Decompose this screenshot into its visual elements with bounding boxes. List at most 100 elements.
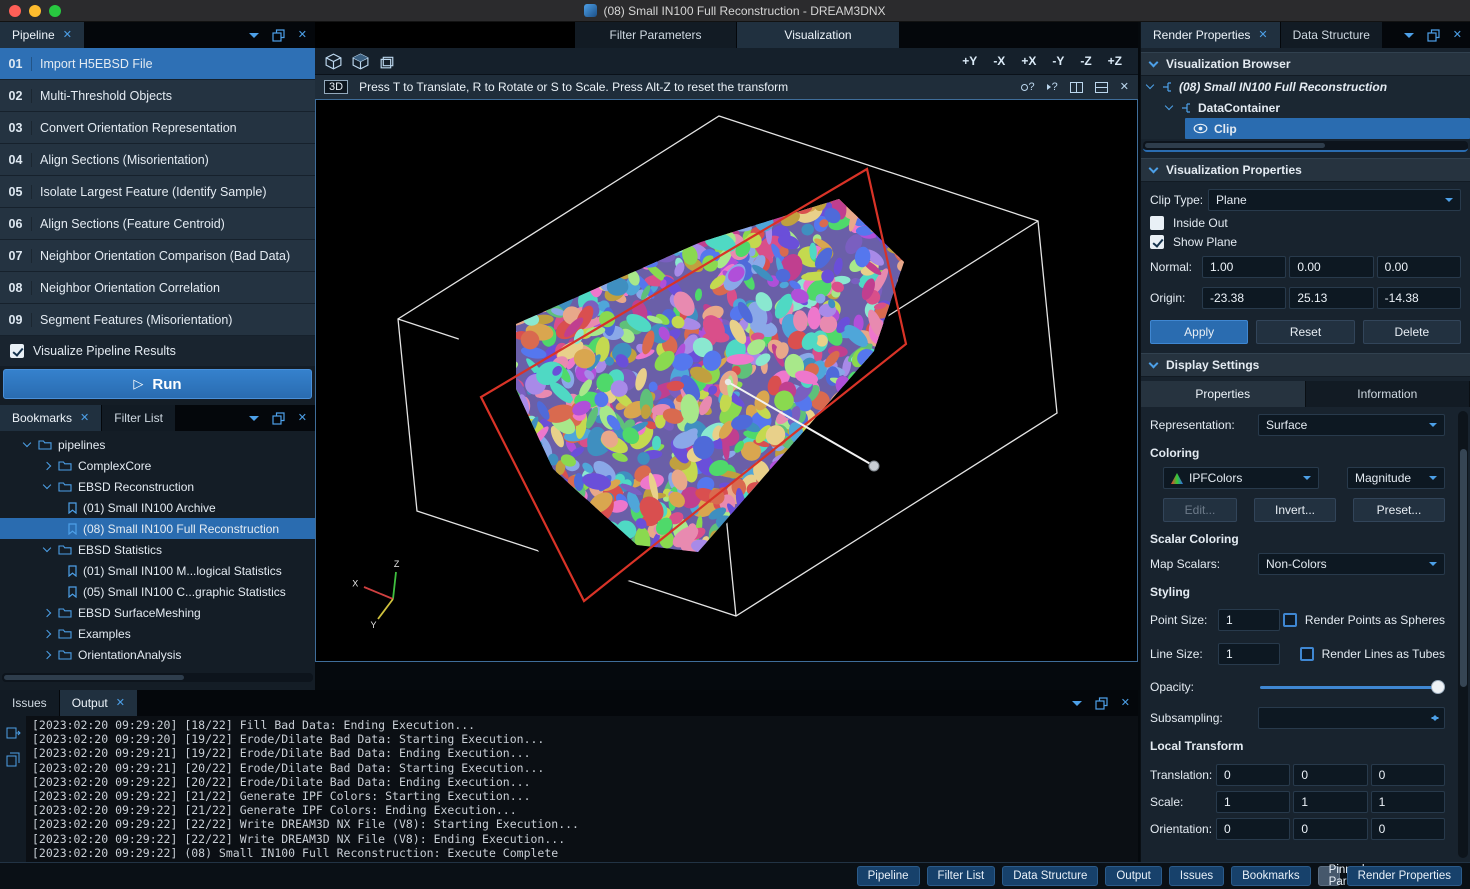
run-button[interactable]: ▷ Run [3,369,312,399]
pipeline-step[interactable]: 02Multi-Threshold Objects [0,80,315,112]
translation-z-field[interactable]: 0 [1371,764,1445,786]
clip-type-dropdown[interactable]: Plane [1208,189,1461,211]
statusbar-toggle-pinned-parameters[interactable]: Pinned Parameters [1318,866,1340,886]
visualization-browser-header[interactable]: Visualization Browser [1141,52,1470,76]
tab-display-properties[interactable]: Properties [1141,381,1306,407]
visualize-results-checkbox[interactable] [10,344,24,358]
normal-z-field[interactable]: 0.00 [1377,256,1461,278]
edit-colormap-button[interactable]: Edit... [1163,498,1237,522]
chevron-right-icon[interactable] [43,650,51,658]
close-panel-icon[interactable]: ✕ [298,413,307,424]
close-window-button[interactable] [9,5,21,17]
statusbar-toggle-output[interactable]: Output [1105,866,1162,886]
display-settings-scrollbar[interactable] [1458,411,1468,858]
origin-z-field[interactable]: -14.38 [1377,287,1461,309]
inside-out-checkbox[interactable] [1150,216,1164,230]
orientation-z-field[interactable]: 0 [1371,818,1445,840]
main-viewport[interactable]: ZXY [315,100,1138,662]
render-points-as-spheres-checkbox[interactable] [1283,613,1297,627]
statusbar-toggle-pipeline[interactable]: Pipeline [857,866,920,886]
chevron-down-icon[interactable] [1149,358,1159,368]
normal-y-field[interactable]: 0.00 [1289,256,1373,278]
camera-axis-button[interactable]: -Z [1073,52,1098,70]
pipeline-step[interactable]: 04Align Sections (Misorientation) [0,144,315,176]
visibility-eye-icon[interactable] [1193,123,1208,134]
bookmark-tree-item[interactable]: EBSD SurfaceMeshing [0,602,315,623]
bookmark-tree-item[interactable]: (01) Small IN100 Archive [0,497,315,518]
chevron-right-icon[interactable] [43,608,51,616]
close-panel-icon[interactable]: ✕ [298,30,307,41]
point-size-field[interactable]: 1 [1218,609,1280,631]
bookmark-tree-item[interactable]: (05) Small IN100 C...graphic Statistics [0,581,315,602]
undock-panel-icon[interactable] [1095,697,1108,710]
undock-panel-icon[interactable] [1427,29,1440,42]
statusbar-toggle-filter-list[interactable]: Filter List [927,866,996,886]
scale-z-field[interactable]: 1 [1371,791,1445,813]
delete-button[interactable]: Delete [1363,320,1461,344]
close-tab-icon[interactable]: ✕ [80,413,89,424]
tab-filter-list[interactable]: Filter List [102,405,176,431]
bookmark-tree-item[interactable]: pipelines [0,434,315,455]
tab-output[interactable]: Output ✕ [60,690,138,716]
pipeline-step[interactable]: 07Neighbor Orientation Comparison (Bad D… [0,240,315,272]
close-panel-icon[interactable]: ✕ [1121,698,1130,709]
statusbar-toggle-bookmarks[interactable]: Bookmarks [1231,866,1311,886]
coloring-array-dropdown[interactable]: IPFColors [1163,467,1319,489]
tab-bookmarks[interactable]: Bookmarks ✕ [0,405,102,431]
bookmark-tree-item[interactable]: (01) Small IN100 M...logical Statistics [0,560,315,581]
component-dropdown[interactable]: Magnitude [1347,467,1445,489]
bookmarks-hscrollbar[interactable] [2,673,313,682]
scale-x-field[interactable]: 1 [1216,791,1290,813]
statusbar-toggle-render-properties[interactable]: Render Properties [1347,866,1462,886]
pipeline-step[interactable]: 05Isolate Largest Feature (Identify Samp… [0,176,315,208]
representation-dropdown[interactable]: Surface [1258,414,1445,436]
panel-menu-caret-icon[interactable] [1072,701,1082,711]
tab-data-structure[interactable]: Data Structure [1281,22,1383,48]
scrollbar-thumb[interactable] [1460,449,1467,687]
origin-y-field[interactable]: 25.13 [1289,287,1373,309]
tab-pipeline[interactable]: Pipeline ✕ [0,22,85,48]
camera-axis-button[interactable]: +Y [955,52,984,70]
tab-issues[interactable]: Issues [0,690,60,716]
chevron-down-icon[interactable] [1149,163,1159,173]
bookmark-tree-item[interactable]: EBSD Reconstruction [0,476,315,497]
bookmark-tree-item[interactable]: (08) Small IN100 Full Reconstruction [0,518,315,539]
panel-menu-caret-icon[interactable] [249,416,259,426]
console-log[interactable]: [2023:02:20 09:29:20] [18/22] Fill Bad D… [26,716,1138,862]
bookmark-tree-item[interactable]: Examples [0,623,315,644]
projection-toggle-icon[interactable] [378,53,397,70]
point-info-icon[interactable]: ? [1021,81,1035,93]
camera-fit-icon[interactable] [351,53,370,70]
tab-visualization[interactable]: Visualization [737,22,900,48]
cell-info-icon[interactable]: ? [1047,81,1058,93]
slider-handle[interactable] [1431,680,1445,694]
panel-menu-caret-icon[interactable] [1404,33,1414,43]
pipeline-step[interactable]: 06Align Sections (Feature Centroid) [0,208,315,240]
tab-display-information[interactable]: Information [1306,381,1470,407]
browser-tree-item[interactable]: Clip [1185,118,1470,139]
split-vertical-icon[interactable] [1070,82,1083,93]
chevron-down-icon[interactable] [23,439,31,447]
invert-colormap-button[interactable]: Invert... [1254,498,1336,522]
orientation-y-field[interactable]: 0 [1293,818,1367,840]
bookmark-tree-item[interactable]: EBSD Statistics [0,539,315,560]
scrollbar-thumb[interactable] [4,675,184,680]
undock-panel-icon[interactable] [272,29,285,42]
split-horizontal-icon[interactable] [1095,82,1108,93]
scrollbar-thumb[interactable] [1145,143,1325,148]
bookmark-tree-item[interactable]: ComplexCore [0,455,315,476]
subsampling-spinbox[interactable] [1258,707,1445,729]
panel-menu-caret-icon[interactable] [249,33,259,43]
close-view-icon[interactable]: ✕ [1120,82,1129,93]
visualization-properties-header[interactable]: Visualization Properties [1141,158,1470,182]
minimize-window-button[interactable] [29,5,41,17]
chevron-right-icon[interactable] [43,629,51,637]
browser-tree-item[interactable]: (08) Small IN100 Full Reconstruction [1141,76,1470,97]
reset-button[interactable]: Reset [1256,320,1354,344]
zoom-window-button[interactable] [49,5,61,17]
export-log-icon[interactable] [6,726,21,740]
tab-filter-parameters[interactable]: Filter Parameters [575,22,737,48]
bookmark-tree-item[interactable]: OrientationAnalysis [0,644,315,665]
camera-axis-button[interactable]: -X [986,52,1012,70]
close-panel-icon[interactable]: ✕ [1453,30,1462,41]
